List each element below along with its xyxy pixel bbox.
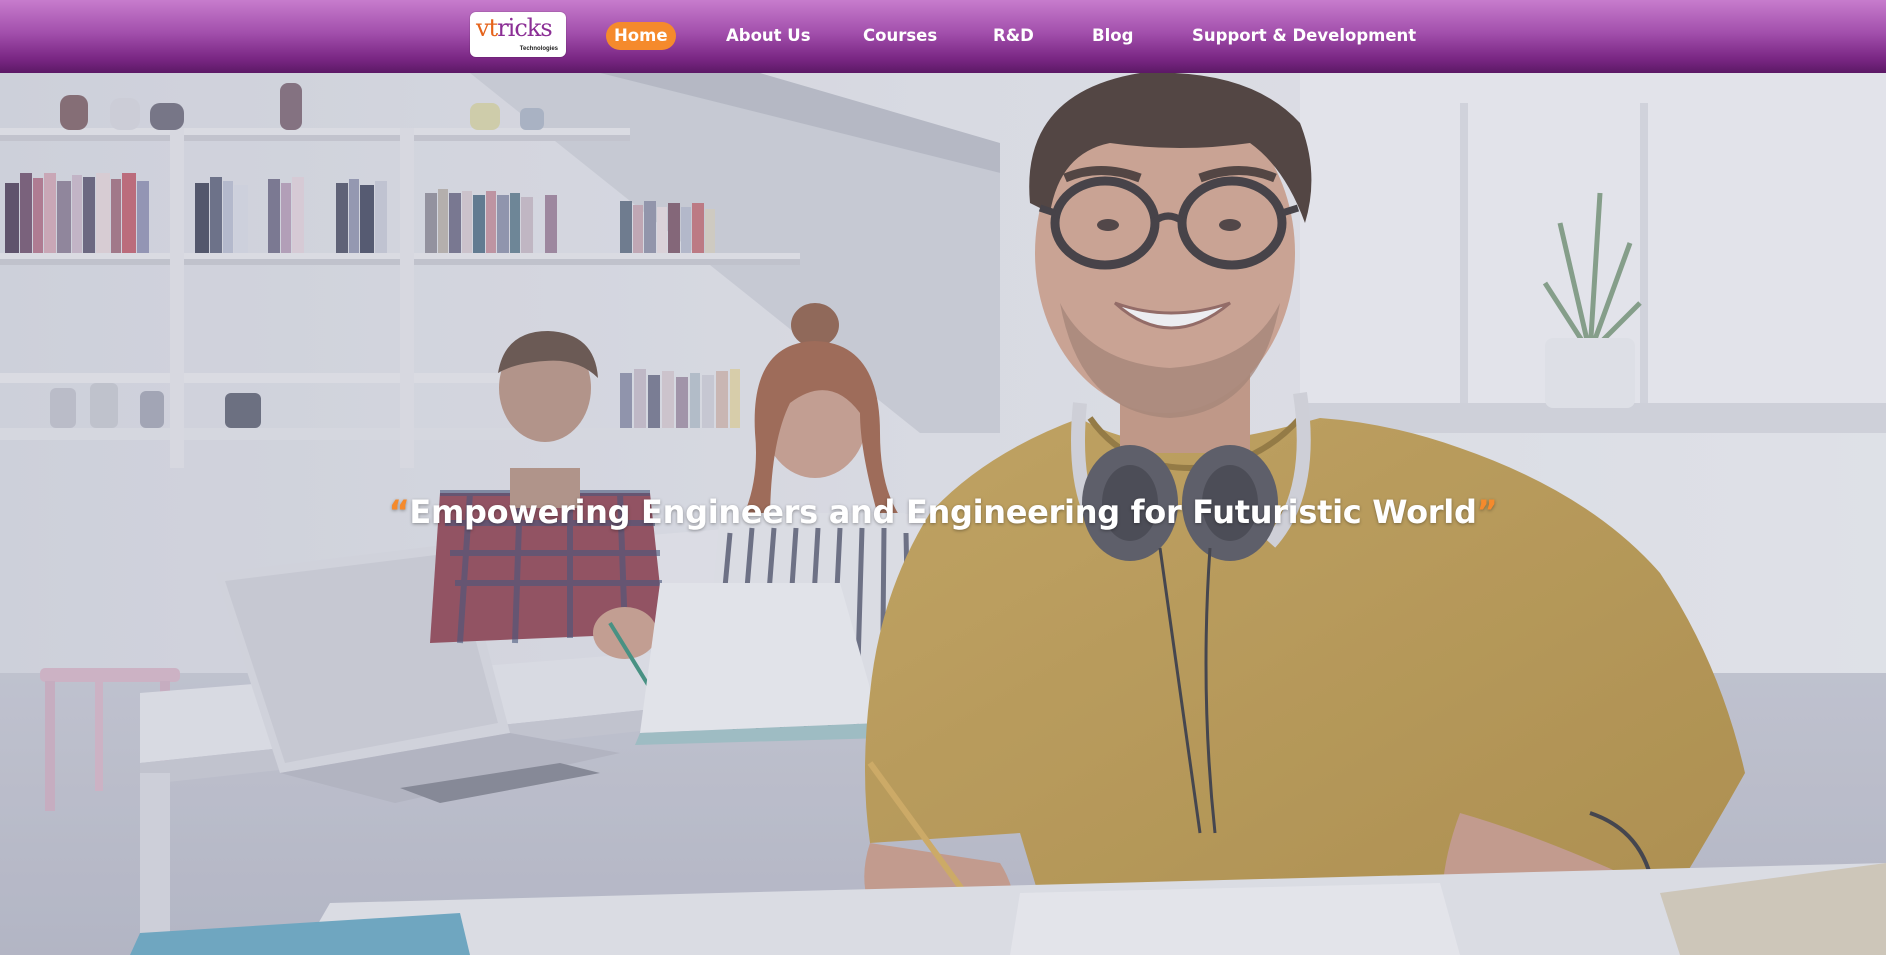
hero-tagline: “Empowering Engineers and Engineering fo… bbox=[0, 493, 1886, 531]
top-navbar: vtricks Technologies Home About Us Cours… bbox=[0, 0, 1886, 73]
tagline-close-quote: ” bbox=[1476, 493, 1498, 531]
logo-subtitle: Technologies bbox=[519, 46, 558, 52]
nav-blog[interactable]: Blog bbox=[1092, 22, 1133, 50]
logo-word-part-b: ricks bbox=[497, 14, 552, 42]
tagline-text: Empowering Engineers and Engineering for… bbox=[409, 493, 1477, 531]
nav-home[interactable]: Home bbox=[606, 22, 676, 50]
nav-about-us[interactable]: About Us bbox=[726, 22, 811, 50]
hero-banner: “Empowering Engineers and Engineering fo… bbox=[0, 73, 1886, 955]
tagline-open-quote: “ bbox=[388, 493, 410, 531]
logo-word-part-a: vt bbox=[476, 14, 498, 42]
nav-courses[interactable]: Courses bbox=[863, 22, 937, 50]
nav-research-development[interactable]: R&D bbox=[993, 22, 1034, 50]
brand-logo[interactable]: vtricks Technologies bbox=[470, 12, 566, 57]
logo-wordmark: vtricks bbox=[476, 14, 553, 42]
nav-support-development[interactable]: Support & Development bbox=[1192, 22, 1416, 50]
page: vtricks Technologies Home About Us Cours… bbox=[0, 0, 1886, 955]
